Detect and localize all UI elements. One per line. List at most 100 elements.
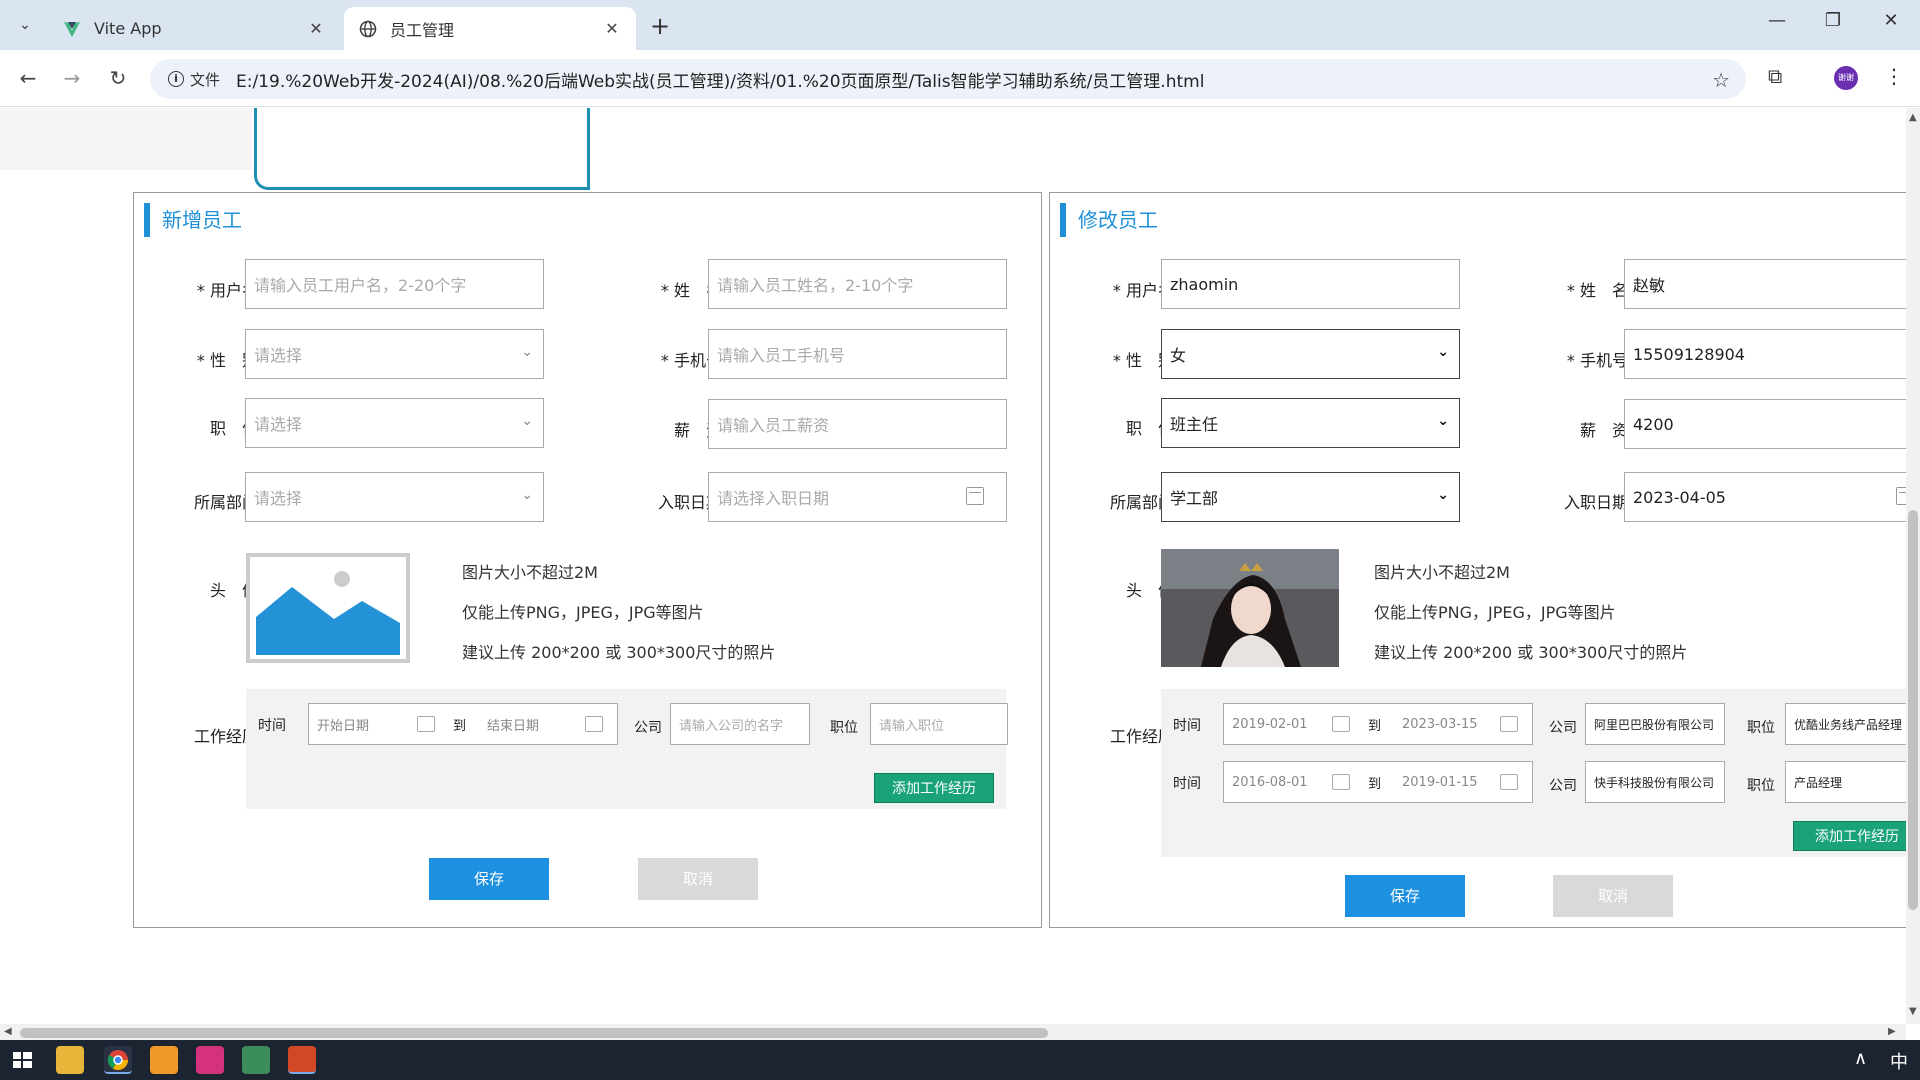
work-position-input[interactable]: 请输入职位 xyxy=(870,703,1008,745)
work-company-input-1[interactable]: 阿里巴巴股份有限公司 xyxy=(1585,703,1725,745)
powerpoint-icon[interactable] xyxy=(288,1046,316,1074)
department-select-value: 请选择 xyxy=(254,489,303,508)
back-arrow-icon[interactable]: ← xyxy=(14,66,42,90)
tab-search-chevron-icon[interactable]: ⌄ xyxy=(12,12,38,38)
username-input[interactable]: 请输入员工用户名，2-20个字 xyxy=(245,259,544,309)
name-input[interactable]: 请输入员工姓名，2-10个字 xyxy=(708,259,1007,309)
input-method-indicator[interactable]: 中 xyxy=(1890,1048,1908,1074)
intellij-idea-icon[interactable] xyxy=(196,1046,224,1074)
work-position-label: 职位 xyxy=(830,720,858,736)
close-tab-icon[interactable]: ✕ xyxy=(602,19,622,38)
entry-date-picker[interactable]: 2023-04-05 xyxy=(1624,472,1906,522)
entry-date-value: 请选择入职日期 xyxy=(717,489,830,508)
panel-title: 新增员工 xyxy=(144,203,242,237)
work-position-label: 职位 xyxy=(1747,720,1775,736)
tab-employee-management[interactable]: 员工管理 ✕ xyxy=(344,7,636,50)
scroll-right-arrow-icon[interactable]: ▶ xyxy=(1888,1026,1896,1037)
site-info-chip[interactable]: i 文件 xyxy=(160,64,228,94)
avatar-photo[interactable] xyxy=(1161,549,1339,667)
entry-date-value: 2023-04-05 xyxy=(1633,487,1726,507)
chevron-down-icon: ⌄ xyxy=(521,344,533,360)
username-input[interactable]: zhaomin xyxy=(1161,259,1460,309)
sublime-text-icon[interactable] xyxy=(150,1046,178,1074)
sidebar-remnant xyxy=(0,108,252,170)
browser-menu-icon[interactable]: ⋮ xyxy=(1884,64,1904,88)
work-position-input-2[interactable]: 产品经理 xyxy=(1785,761,1906,803)
department-select[interactable]: 请选择 ⌄ xyxy=(245,472,544,522)
calendar-icon xyxy=(1500,774,1518,790)
new-tab-plus-icon[interactable]: + xyxy=(650,12,670,40)
add-work-experience-button[interactable]: 添加工作经历 xyxy=(1793,821,1906,851)
reload-icon[interactable]: ↻ xyxy=(104,66,132,90)
avatar-upload[interactable] xyxy=(246,553,410,663)
phone-input[interactable]: 15509128904 xyxy=(1624,329,1906,379)
chrome-icon[interactable] xyxy=(104,1046,132,1074)
site-info-label: 文件 xyxy=(190,70,221,89)
work-company-input-2[interactable]: 快手科技股份有限公司 xyxy=(1585,761,1725,803)
url-text[interactable]: E:/19.%20Web开发-2024(AI)/08.%20后端Web实战(员工… xyxy=(236,67,1204,92)
windows-start-icon[interactable] xyxy=(8,1046,36,1074)
salary-input[interactable]: 请输入员工薪资 xyxy=(708,399,1007,449)
address-bar[interactable]: i 文件 E:/19.%20Web开发-2024(AI)/08.%20后端Web… xyxy=(150,59,1746,99)
avatar-hint-format: 仅能上传PNG，JPEG，JPG等图片 xyxy=(462,603,704,622)
vite-logo-icon xyxy=(62,19,82,39)
profile-avatar[interactable]: 谢谢 xyxy=(1834,66,1858,90)
phone-label: * 手机号 xyxy=(660,351,722,370)
work-date-range-2[interactable]: 2016-08-01 到 2019-01-15 xyxy=(1223,761,1533,803)
department-select-value: 学工部 xyxy=(1170,489,1219,508)
position-label: 职 位 xyxy=(209,419,258,438)
to-label: 到 xyxy=(1368,718,1382,734)
work-company-input[interactable]: 请输入公司的名字 xyxy=(670,703,810,745)
salary-label: 薪 资 xyxy=(673,421,722,440)
browser-tab-strip: ⌄ Vite App ✕ 员工管理 ✕ + — ❐ ✕ xyxy=(0,0,1920,50)
restore-icon[interactable]: ❐ xyxy=(1810,10,1856,31)
work-start-date: 2019-02-01 xyxy=(1232,716,1308,732)
phone-label: * 手机号 xyxy=(1566,351,1628,370)
salary-label: 薪 资 xyxy=(1579,421,1628,440)
close-window-icon[interactable]: ✕ xyxy=(1868,10,1914,31)
department-select[interactable]: 学工部 ⌄ xyxy=(1161,472,1460,522)
image-placeholder-icon xyxy=(250,557,406,659)
cancel-button[interactable]: 取消 xyxy=(1553,875,1673,917)
bookmark-star-icon[interactable]: ☆ xyxy=(1712,68,1730,92)
datagrip-icon[interactable] xyxy=(242,1046,270,1074)
extensions-puzzle-icon[interactable]: ⧉ xyxy=(1768,64,1782,88)
save-button[interactable]: 保存 xyxy=(429,858,549,900)
horizontal-scroll-thumb[interactable] xyxy=(20,1028,1048,1038)
close-tab-icon[interactable]: ✕ xyxy=(306,19,326,38)
tab-title: 员工管理 xyxy=(390,20,455,40)
gender-select[interactable]: 女 ⌄ xyxy=(1161,329,1460,379)
save-button[interactable]: 保存 xyxy=(1345,875,1465,917)
position-select[interactable]: 班主任 ⌄ xyxy=(1161,398,1460,448)
scroll-down-arrow-icon[interactable]: ▼ xyxy=(1909,1006,1917,1017)
calendar-icon xyxy=(966,487,984,505)
entry-date-picker[interactable]: 请选择入职日期 xyxy=(708,472,1007,522)
work-position-input-1[interactable]: 优酷业务线产品经理 xyxy=(1785,703,1906,745)
work-company-label: 公司 xyxy=(1549,720,1577,736)
scroll-up-arrow-icon[interactable]: ▲ xyxy=(1909,112,1917,123)
windows-taskbar: ∧ 中 xyxy=(0,1040,1920,1080)
phone-input[interactable]: 请输入员工手机号 xyxy=(708,329,1007,379)
scroll-left-arrow-icon[interactable]: ◀ xyxy=(4,1026,12,1037)
vertical-scroll-thumb[interactable] xyxy=(1908,510,1918,910)
forward-arrow-icon[interactable]: → xyxy=(58,66,86,90)
salary-input[interactable]: 4200 xyxy=(1624,399,1906,449)
work-date-range[interactable]: 开始日期 到 结束日期 xyxy=(308,703,618,745)
tray-expand-icon[interactable]: ∧ xyxy=(1854,1048,1867,1069)
minimize-icon[interactable]: — xyxy=(1754,10,1800,31)
add-work-experience-button[interactable]: 添加工作经历 xyxy=(874,773,994,803)
file-explorer-icon[interactable] xyxy=(56,1046,84,1074)
tab-vite-app[interactable]: Vite App ✕ xyxy=(48,7,340,50)
name-input[interactable]: 赵敏 xyxy=(1624,259,1906,309)
work-date-range-1[interactable]: 2019-02-01 到 2023-03-15 xyxy=(1223,703,1533,745)
gender-select[interactable]: 请选择 ⌄ xyxy=(245,329,544,379)
horizontal-scrollbar[interactable]: ◀ ▶ xyxy=(0,1024,1906,1040)
tab-title: Vite App xyxy=(94,19,162,38)
gender-select-value: 女 xyxy=(1170,346,1187,365)
avatar-hint-size: 图片大小不超过2M xyxy=(462,563,598,582)
panel-title: 修改员工 xyxy=(1060,203,1158,237)
position-select[interactable]: 请选择 ⌄ xyxy=(245,398,544,448)
cancel-button[interactable]: 取消 xyxy=(638,858,758,900)
vertical-scrollbar[interactable]: ▲ ▼ xyxy=(1906,108,1920,1024)
position-label: 职 位 xyxy=(1125,419,1174,438)
